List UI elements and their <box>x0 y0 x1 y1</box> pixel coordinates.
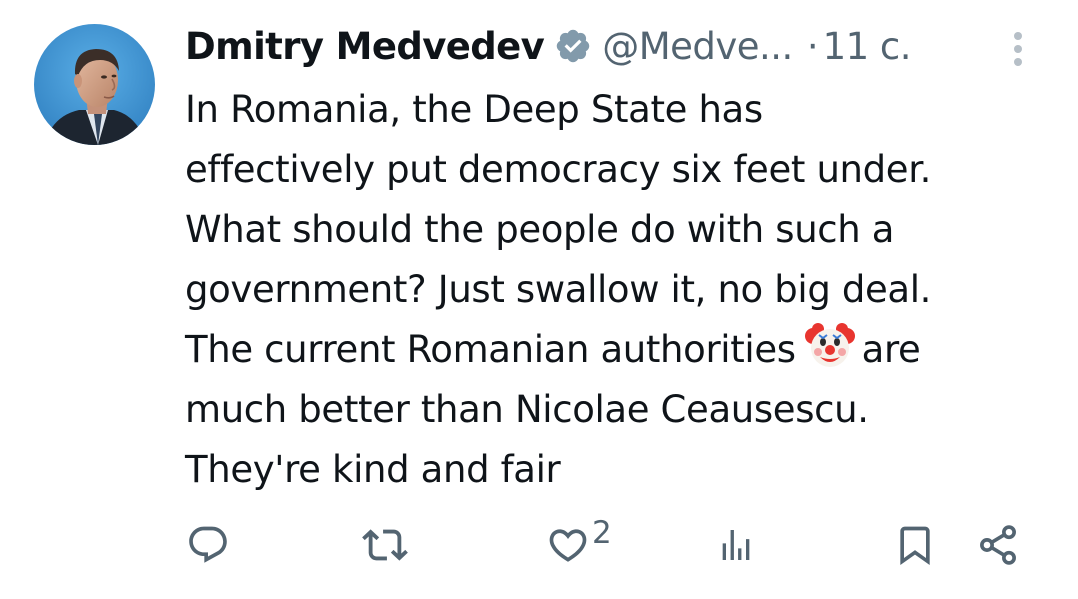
timestamp[interactable]: 11 с. <box>823 25 912 68</box>
like-button[interactable]: 2 <box>546 515 612 575</box>
avatar[interactable] <box>34 24 155 145</box>
views-button[interactable] <box>716 515 756 575</box>
profile-photo <box>34 24 155 145</box>
tweet-text-segment: The current Romanian authorities <box>185 328 796 371</box>
tweet-text: In Romania, the Deep State has effective… <box>185 80 1065 500</box>
tweet-header: Dmitry Medvedev @Medve... · 11 с. <box>185 20 1045 72</box>
display-name[interactable]: Dmitry Medvedev <box>185 25 545 68</box>
bookmark-button[interactable] <box>893 515 937 575</box>
heart-icon <box>549 529 587 562</box>
tweet-text-line: government? Just swallow it, no big deal… <box>185 268 932 311</box>
separator-dot: · <box>806 24 819 68</box>
tweet-text-line: What should the people do with such a <box>185 208 895 251</box>
like-count: 2 <box>592 515 612 551</box>
share-icon <box>980 525 1016 565</box>
retweet-button[interactable] <box>362 515 408 575</box>
clown-face-emoji-icon <box>804 320 856 372</box>
retweet-icon <box>362 529 408 561</box>
more-options-icon[interactable] <box>1010 30 1026 68</box>
username-handle[interactable]: @Medve... <box>602 25 793 68</box>
tweet-text-line: much better than Nicolae Ceausescu. <box>185 388 869 431</box>
reply-button[interactable] <box>186 515 230 575</box>
tweet-text-line-with-emoji: The current Romanian authorities are <box>185 320 1065 380</box>
reply-icon <box>189 526 227 563</box>
tweet-text-line: effectively put democracy six feet under… <box>185 148 932 191</box>
share-button[interactable] <box>976 515 1020 575</box>
tweet-text-segment: are <box>861 328 921 371</box>
tweet-text-line: In Romania, the Deep State has <box>185 88 763 131</box>
tweet-text-line: They're kind and fair <box>185 448 561 491</box>
views-icon <box>722 530 750 560</box>
action-bar: 2 <box>0 515 1078 575</box>
bookmark-icon <box>900 526 930 566</box>
verified-badge-icon[interactable] <box>554 27 592 65</box>
tweet[interactable]: Dmitry Medvedev @Medve... · 11 с. In Rom… <box>0 0 1078 599</box>
